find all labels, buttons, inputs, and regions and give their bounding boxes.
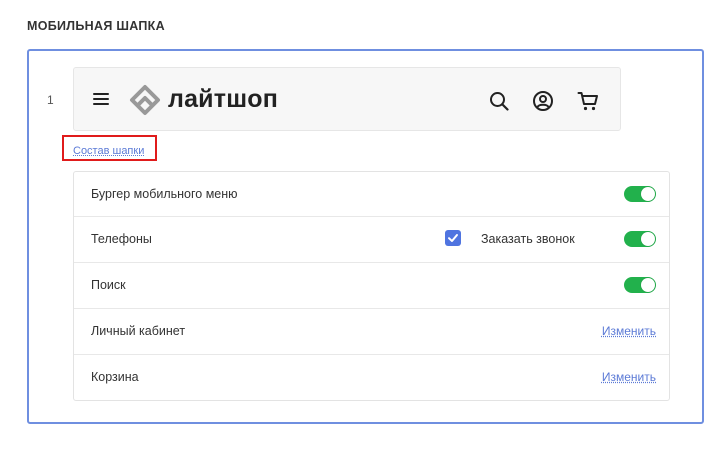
logo-text: лайтшоп xyxy=(168,85,279,113)
header-preview: лайтшоп xyxy=(73,67,621,131)
burger-menu-icon xyxy=(93,93,109,105)
edit-account-link[interactable]: Изменить xyxy=(602,324,656,338)
option-number: 1 xyxy=(47,93,54,107)
row-label: Личный кабинет xyxy=(91,324,186,338)
logo-icon xyxy=(129,84,161,116)
list-item: Поиск xyxy=(74,263,669,309)
search-toggle[interactable] xyxy=(624,277,656,293)
list-item: Корзина Изменить xyxy=(74,355,669,401)
list-item: Бургер мобильного меню xyxy=(74,172,669,217)
row-label: Телефоны xyxy=(91,232,152,246)
row-label: Корзина xyxy=(91,370,139,384)
list-item: Телефоны Заказать звонок xyxy=(74,217,669,263)
compose-header-link[interactable]: Состав шапки xyxy=(73,145,144,157)
list-item: Личный кабинет Изменить xyxy=(74,309,669,355)
cart-icon xyxy=(577,90,599,112)
callback-checkbox[interactable] xyxy=(445,230,461,246)
burger-menu-toggle[interactable] xyxy=(624,186,656,202)
search-icon xyxy=(488,90,510,112)
row-label: Бургер мобильного меню xyxy=(91,187,238,201)
section-title: МОБИЛЬНАЯ ШАПКА xyxy=(27,19,165,33)
row-label: Поиск xyxy=(91,278,126,292)
compose-link-highlight: Состав шапки xyxy=(62,135,157,161)
edit-cart-link[interactable]: Изменить xyxy=(602,370,656,384)
header-option-card[interactable]: 1 лайтшоп Состав шапки Бургер мобильного… xyxy=(27,49,704,424)
callback-checkbox-label: Заказать звонок xyxy=(481,232,575,246)
phones-toggle[interactable] xyxy=(624,231,656,247)
user-icon xyxy=(532,90,554,112)
header-elements-list: Бургер мобильного меню Телефоны Заказать… xyxy=(73,171,670,401)
